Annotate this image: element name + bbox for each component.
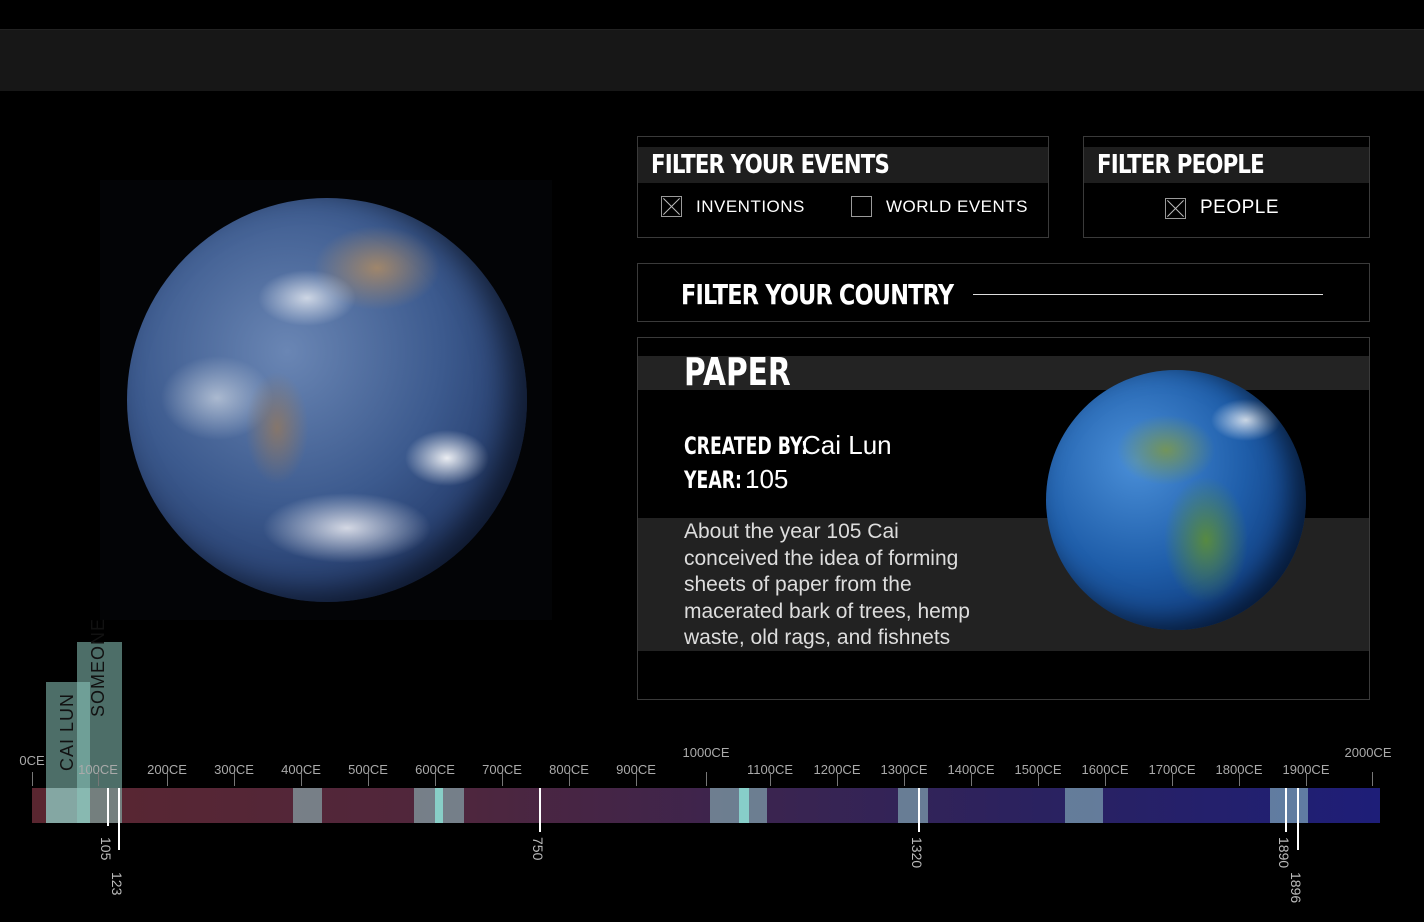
inventions-label: INVENTIONS <box>696 196 805 216</box>
country-filter-panel: FILTER YOUR COUNTRY <box>637 263 1370 322</box>
people-filter-title: FILTER PEOPLE <box>1084 147 1369 183</box>
timeline-tick <box>706 772 707 786</box>
timeline-event-block[interactable] <box>898 788 928 823</box>
timeline-tick <box>368 772 369 786</box>
event-title-text: PAPER <box>684 350 791 394</box>
timeline-tick <box>904 772 905 786</box>
earth-globe-image <box>127 198 527 602</box>
event-title: PAPER <box>684 350 821 394</box>
inventions-checkbox[interactable] <box>661 196 682 217</box>
year-label: YEAR: <box>684 466 745 494</box>
world-events-label: WORLD EVENTS <box>886 196 1029 216</box>
header-bar <box>0 30 1424 91</box>
timeline-tick <box>569 772 570 786</box>
people-filter-panel: FILTER PEOPLE PEOPLE <box>1083 136 1370 238</box>
person-tag-label: SOMEONE <box>88 617 108 717</box>
country-input[interactable] <box>973 294 1323 295</box>
events-filter-panel: FILTER YOUR EVENTS INVENTIONS WORLD EVEN… <box>637 136 1049 238</box>
timeline-bar[interactable] <box>32 788 1380 823</box>
timeline-tick <box>770 772 771 786</box>
marker-label-1896: 1896 <box>1288 872 1304 904</box>
country-filter-title: FILTER YOUR COUNTRY <box>681 278 1021 311</box>
timeline-tick <box>636 772 637 786</box>
timeline-event-highlight[interactable] <box>739 788 749 823</box>
people-checkbox[interactable] <box>1165 197 1186 219</box>
timeline-tick <box>98 772 99 786</box>
timeline-tick <box>1372 772 1373 786</box>
people-filter-title-text: FILTER PEOPLE <box>1097 150 1265 180</box>
marker-label-105: 105 <box>98 837 114 861</box>
timeline-tick <box>502 772 503 786</box>
timeline-tick <box>837 772 838 786</box>
marker-label-1320: 1320 <box>909 837 925 869</box>
year-row: YEAR: 105 <box>684 464 788 495</box>
timeline-marker-750[interactable] <box>539 788 541 832</box>
created-by-label-text: CREATED BY: <box>684 432 808 460</box>
timeline-marker-1890[interactable] <box>1285 788 1287 832</box>
year-value: 105 <box>745 464 789 494</box>
timeline-tick <box>435 772 436 786</box>
timeline-tick <box>1172 772 1173 786</box>
timeline[interactable]: CAI LUN SOMEONE 0CE 100CE 200CE 300CE 40… <box>0 618 1424 922</box>
created-by-value: Cai Lun <box>802 430 892 460</box>
timeline-event-block[interactable] <box>1270 788 1308 823</box>
people-checkbox-row[interactable]: PEOPLE <box>1165 197 1279 219</box>
marker-label-750: 750 <box>530 837 546 861</box>
timeline-event-block[interactable] <box>1065 788 1103 823</box>
marker-label-1890: 1890 <box>1276 837 1292 869</box>
timeline-event-highlight[interactable] <box>435 788 443 823</box>
timeline-tick <box>1105 772 1106 786</box>
person-tag-label: CAI LUN <box>57 692 77 771</box>
people-label: PEOPLE <box>1200 197 1280 218</box>
country-filter-title-text: FILTER YOUR COUNTRY <box>681 278 954 311</box>
timeline-marker-105[interactable] <box>107 788 109 826</box>
created-by-row: CREATED BY: Cai Lun <box>684 430 892 461</box>
timeline-tick <box>1239 772 1240 786</box>
timeline-scale-label: 2000CE <box>1344 745 1392 760</box>
created-by-label: CREATED BY: <box>684 432 808 460</box>
timeline-tick <box>167 772 168 786</box>
timeline-tick <box>301 772 302 786</box>
inventions-checkbox-row[interactable]: INVENTIONS <box>661 196 805 217</box>
year-label-text: YEAR: <box>684 466 742 494</box>
timeline-scale-label: 0CE <box>19 753 45 768</box>
timeline-tick <box>1038 772 1039 786</box>
timeline-marker-1896[interactable] <box>1297 788 1299 850</box>
events-filter-title-text: FILTER YOUR EVENTS <box>651 150 890 180</box>
window-top-edge <box>0 0 1424 30</box>
timeline-marker-1320[interactable] <box>918 788 920 832</box>
marker-label-123: 123 <box>109 872 125 896</box>
timeline-event-block[interactable] <box>293 788 322 823</box>
world-events-checkbox-row[interactable]: WORLD EVENTS <box>851 196 1028 217</box>
timeline-tick <box>1306 772 1307 786</box>
person-tag-someone[interactable]: SOMEONE <box>77 618 122 823</box>
timeline-scale-label: 1000CE <box>682 745 730 760</box>
event-globe-image <box>1046 370 1306 630</box>
timeline-tick <box>234 772 235 786</box>
timeline-marker-123[interactable] <box>118 788 120 850</box>
timeline-tick <box>32 772 33 786</box>
timeline-tick <box>971 772 972 786</box>
world-events-checkbox[interactable] <box>851 196 872 217</box>
events-filter-title: FILTER YOUR EVENTS <box>638 147 1048 183</box>
